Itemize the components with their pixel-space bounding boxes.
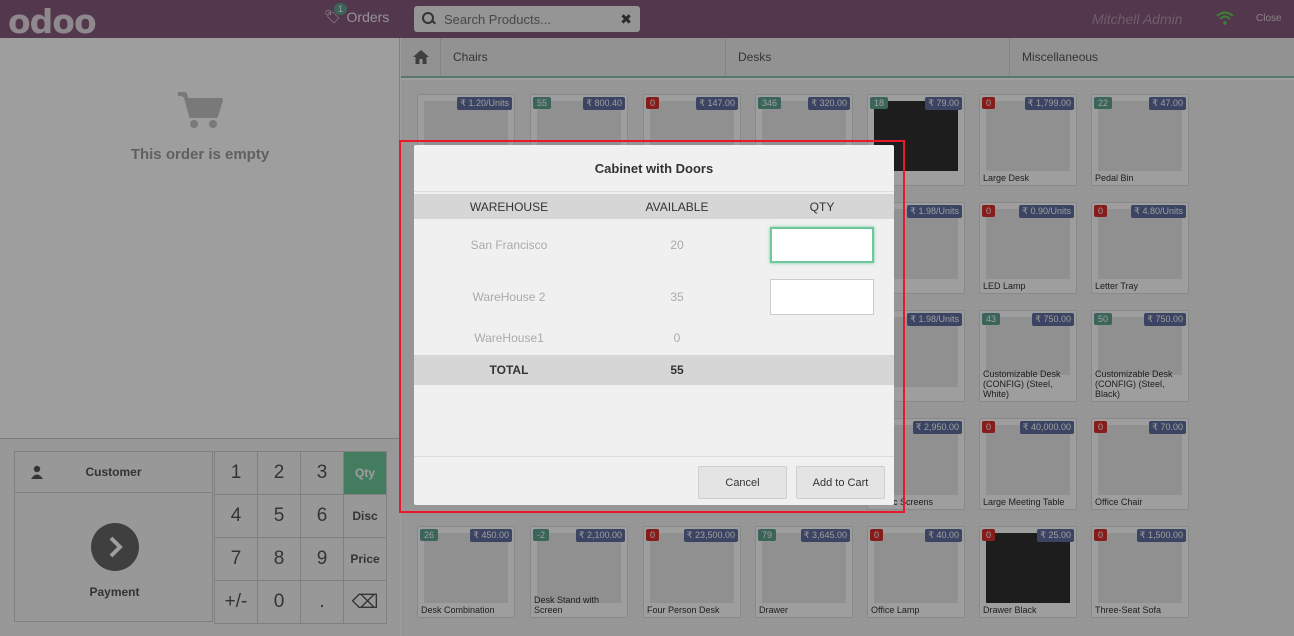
qty-input-warehouse-2[interactable]: [770, 279, 874, 315]
available-qty: 0: [673, 331, 681, 345]
table-row: WareHouse 2 35: [414, 277, 894, 317]
warehouse-name: San Francisco: [470, 238, 548, 252]
cancel-button[interactable]: Cancel: [698, 466, 787, 499]
stock-dialog: Cabinet with Doors WAREHOUSE AVAILABLE Q…: [414, 145, 894, 505]
col-qty: QTY: [809, 199, 835, 214]
col-warehouse: WAREHOUSE: [469, 199, 549, 214]
total-row: TOTAL 55: [414, 355, 894, 385]
col-available: AVAILABLE: [645, 199, 709, 214]
dialog-footer: Cancel Add to Cart: [414, 456, 894, 505]
dialog-title: Cabinet with Doors: [414, 145, 894, 192]
table-row: WareHouse1 0: [414, 328, 894, 348]
total-value: 55: [670, 363, 684, 377]
table-row: San Francisco 20: [414, 225, 894, 265]
total-label: TOTAL: [489, 363, 529, 377]
add-to-cart-button[interactable]: Add to Cart: [796, 466, 885, 499]
table-header: WAREHOUSE AVAILABLE QTY: [414, 194, 894, 219]
available-qty: 35: [670, 290, 684, 304]
warehouse-name: WareHouse1: [474, 331, 544, 345]
qty-input-san-francisco[interactable]: [770, 227, 874, 263]
available-qty: 20: [670, 238, 684, 252]
warehouse-name: WareHouse 2: [472, 290, 546, 304]
